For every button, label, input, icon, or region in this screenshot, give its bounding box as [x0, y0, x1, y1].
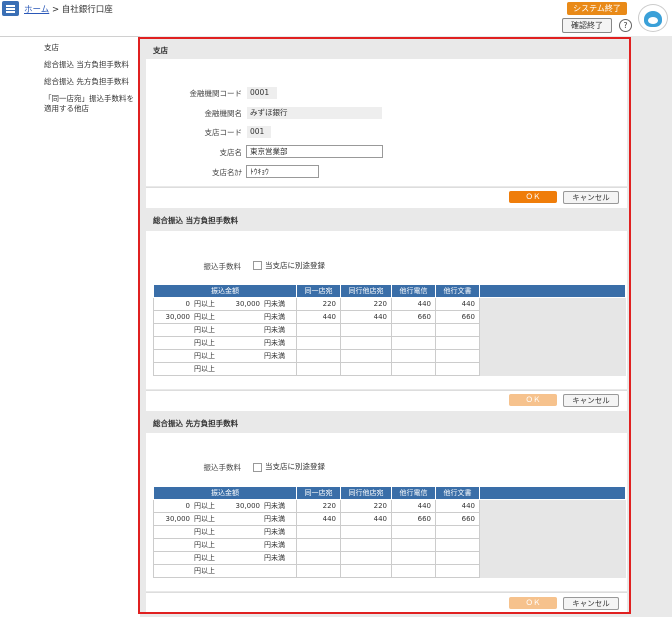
help-icon[interactable]: ? [619, 19, 632, 32]
breadcrumb: ホーム > 自社銀行口座 [24, 3, 113, 15]
menu-icon[interactable] [2, 1, 19, 16]
mascot-avatar[interactable] [638, 4, 668, 32]
nav-item-other-fee[interactable]: 総合振込 先方負担手数料 [44, 77, 136, 87]
section-nav: 支店 総合振込 当方負担手数料 総合振込 先方負担手数料 「同一店宛」振込手数料… [44, 43, 136, 121]
confirm-end-button[interactable]: 確認終了 [562, 18, 612, 33]
nav-item-branch[interactable]: 支店 [44, 43, 136, 53]
breadcrumb-separator: > [51, 5, 60, 15]
nav-item-same-branch-rule[interactable]: 「同一店宛」振込手数料を適用する他店 [44, 94, 136, 114]
breadcrumb-home-link[interactable]: ホーム [24, 5, 49, 15]
nav-item-own-fee[interactable]: 総合振込 当方負担手数料 [44, 60, 136, 70]
breadcrumb-current: 自社銀行口座 [61, 5, 113, 15]
highlight-frame [138, 37, 631, 614]
system-end-button[interactable]: システム終了 [567, 2, 627, 15]
top-bar: ホーム > 自社銀行口座 システム終了 確認終了 ? [0, 0, 672, 37]
